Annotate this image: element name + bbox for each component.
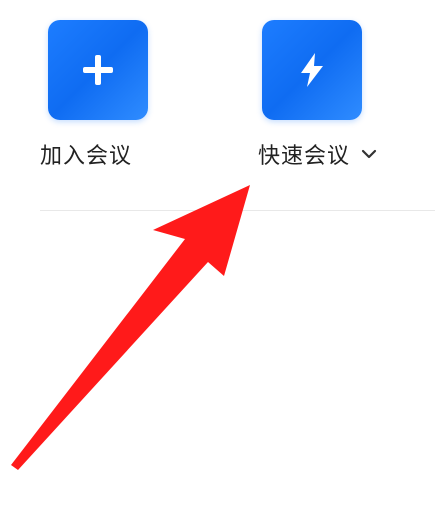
arrow-shape — [11, 185, 250, 470]
chevron-down-icon[interactable] — [358, 143, 380, 165]
plus-icon — [83, 55, 113, 85]
join-meeting-text: 加入会议 — [40, 144, 133, 169]
lightning-icon — [301, 53, 323, 87]
join-meeting-label[interactable]: 加入会议 — [40, 138, 132, 170]
join-meeting-button[interactable] — [48, 20, 148, 120]
divider — [40, 210, 435, 211]
quick-meeting-text: 快速会议 — [258, 144, 351, 169]
quick-meeting-label[interactable]: 快速会议 — [258, 138, 380, 170]
quick-meeting-button[interactable] — [262, 20, 362, 120]
